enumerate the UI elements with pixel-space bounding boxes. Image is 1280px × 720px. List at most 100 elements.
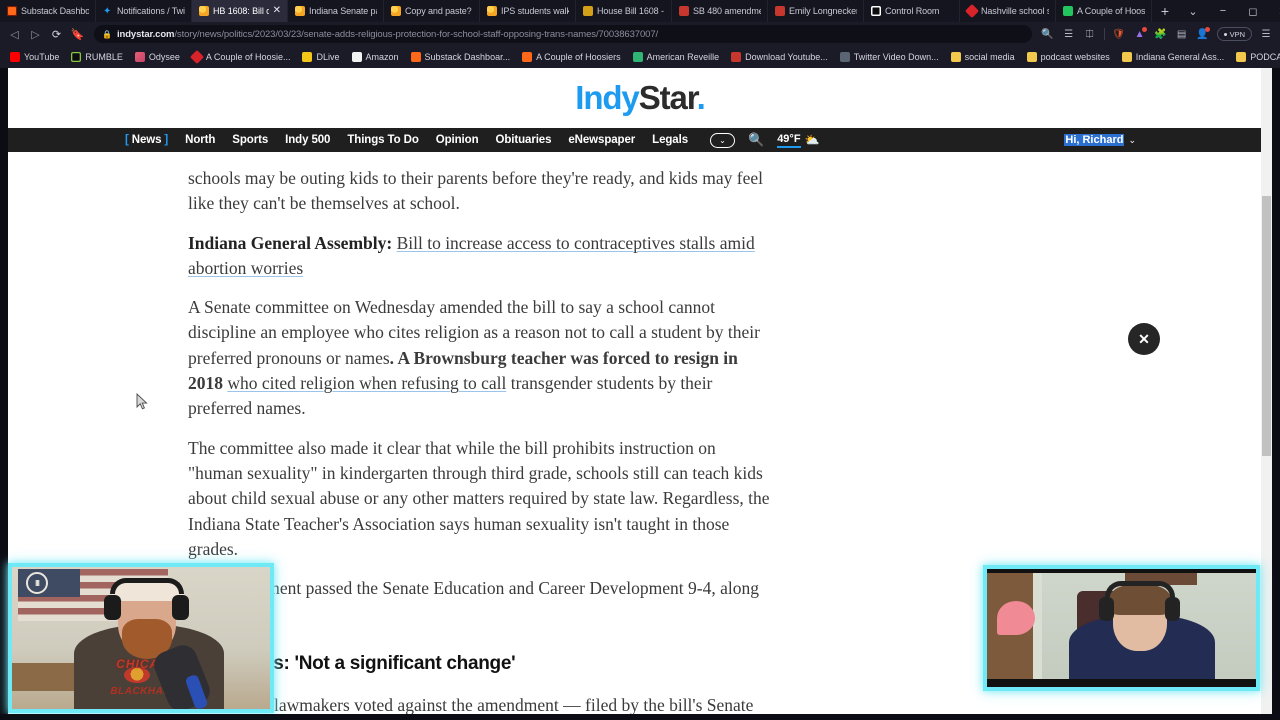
bookmark-item[interactable]: A Couple of Hoosie... [186,48,297,66]
bookmark-label: Indiana General Ass... [1135,52,1225,62]
nav-item-indy500[interactable]: Indy 500 [285,134,330,146]
webcam-left-video: III CHICAGO BLACKHAWKS [12,567,270,709]
nav-item-north[interactable]: North [185,134,215,146]
minimize-button[interactable]: − [1208,0,1238,22]
browser-tab[interactable]: SB 480 amendmen [672,0,768,22]
logo-star: Star [638,79,698,116]
browser-tab[interactable]: A Couple of Hoosi [1056,0,1152,22]
reload-icon[interactable]: ⟳ [46,23,67,45]
weather-temp: 49°F [777,133,801,148]
close-ad-button[interactable]: ✕ [1128,323,1160,355]
bookmark-item[interactable]: DLive [296,48,345,66]
bookmark-item[interactable]: Twitter Video Down... [834,48,945,66]
related-label: Indiana General Assembly: [188,232,393,253]
tab-title: Indiana Senate pas [309,6,377,16]
browser-tab[interactable]: House Bill 1608 - I [576,0,672,22]
browser-tab[interactable]: Nashville school sh [960,0,1056,22]
webcam-overlay-right [983,565,1260,691]
browser-tab[interactable]: IPS students walk [480,0,576,22]
profile-icon[interactable]: 👤 [1193,23,1213,45]
couple-icon [189,49,204,65]
menu-icon[interactable]: ☰ [1256,23,1276,45]
indystar-logo[interactable]: IndyStar. [575,79,706,117]
bookmark-item[interactable]: Odysee [129,48,186,66]
bookmark-item[interactable]: Download Youtube... [725,48,834,66]
scrollbar-thumb[interactable] [1262,196,1271,456]
download-icon [731,52,742,62]
nav-item-legals[interactable]: Legals [652,134,688,146]
extensions-icon[interactable]: 🧩 [1151,23,1171,45]
bookmark-label: podcast websites [1040,52,1110,62]
page-scrollbar[interactable] [1261,68,1272,714]
bookmark-item[interactable]: PODCAST TOPICS [1230,48,1280,66]
tab-title: Control Room [885,6,940,16]
headphone-right-cup [1165,597,1180,621]
nav-item-enewspaper[interactable]: eNewspaper [568,134,635,146]
nav-items: [ News ] North Sports Indy 500 Things To… [125,134,688,146]
nav-item-things-to-do[interactable]: Things To Do [347,134,419,146]
star-folder-icon [1121,52,1132,62]
back-icon[interactable]: ◁ [4,23,25,45]
notification-badge [1141,27,1147,32]
tab-title: Emily Longnecker [789,6,857,16]
rumble-icon [71,52,82,62]
nav-item-opinion[interactable]: Opinion [436,134,479,146]
maximize-button[interactable]: ◻ [1238,0,1268,22]
bookmark-label: Substack Dashboar... [424,52,511,62]
zoom-icon[interactable]: 🔍 [1038,23,1058,45]
nav-item-news[interactable]: [ News ] [125,134,168,146]
weather-widget[interactable]: 49°F ⛅ [777,133,820,148]
article-paragraph: schools may be outing kids to their pare… [188,168,763,214]
bookmark-item[interactable]: podcast websites [1021,48,1116,66]
browser-tab[interactable]: Emily Longnecker [768,0,864,22]
close-window-button[interactable]: ✕ [1268,0,1280,22]
window-controls: + ⌄ − ◻ ✕ [1152,0,1280,22]
bookmark-item[interactable]: Indiana General Ass... [1116,48,1231,66]
bookmark-item[interactable]: Substack Dashboar... [405,48,517,66]
reader-icon[interactable]: ☰ [1059,23,1079,45]
door-frame [1033,569,1042,687]
article-paragraph: A Senate committee on Wednesday amended … [188,295,772,421]
brave-shield-icon[interactable]: 🛡 [1109,23,1129,45]
close-icon[interactable]: ✕ [273,6,281,16]
address-bar: ◁ ▷ ⟳ 🔖 🔒 indystar.com/story/news/politi… [0,22,1280,46]
three-percenter-seal: III [26,572,48,594]
inline-article-link[interactable]: who cited religion when refusing to call [227,373,506,393]
window-frame-left [0,68,8,720]
browser-tab[interactable]: Copy and paste? I [384,0,480,22]
letterbox-top [987,569,1256,573]
bookmark-item[interactable]: social media [945,48,1021,66]
bookmark-item[interactable]: Amazon [346,48,405,66]
notification-icon[interactable]: ▲ [1130,23,1150,45]
bookmark-item[interactable]: A Couple of Hoosiers [516,48,627,66]
article-paragraph: Democratic lawmakers voted against the a… [188,694,754,714]
account-menu[interactable]: Hi, Richard ⌄ [1064,134,1136,146]
browser-tab[interactable]: Substack Dashboa [0,0,96,22]
forward-icon[interactable]: ▷ [25,23,46,45]
bookmark-item[interactable]: RUMBLE [65,48,129,66]
browser-tab[interactable]: ✦ Notifications / Twi [96,0,192,22]
bookmark-icon[interactable]: 🔖 [67,23,88,45]
browser-tab-active[interactable]: HB 1608: Bill on ✕ [192,0,288,22]
search-icon[interactable]: 🔍 [748,132,764,148]
tab-title: Copy and paste? I [405,6,473,16]
nav-item-sports[interactable]: Sports [232,134,268,146]
chevron-down-icon[interactable]: ⌄ [710,132,735,148]
vpn-button[interactable]: VPN [1216,27,1252,41]
nav-item-obituaries[interactable]: Obituaries [496,134,552,146]
bookmark-item[interactable]: American Reveille [627,48,726,66]
bookmark-label: American Reveille [646,52,720,62]
share-icon[interactable]: ⎅ [1080,23,1100,45]
nav-right-controls: ⌄ 🔍 49°F ⛅ [710,132,820,148]
bookmark-label: A Couple of Hoosiers [536,52,621,62]
url-input[interactable]: 🔒 indystar.com/story/news/politics/2023/… [94,25,1032,43]
browser-tab[interactable]: Indiana Senate pas [288,0,384,22]
bracket-open: [ [125,134,129,146]
tab-list-icon[interactable]: ⌄ [1178,0,1208,22]
new-tab-button[interactable]: + [1152,0,1178,22]
bookmark-item[interactable]: YouTube [4,48,65,66]
doc-icon [775,6,785,16]
twitter-video-icon [839,52,850,62]
sidebar-icon[interactable]: ▤ [1172,23,1192,45]
browser-tab[interactable]: Control Room [864,0,960,22]
